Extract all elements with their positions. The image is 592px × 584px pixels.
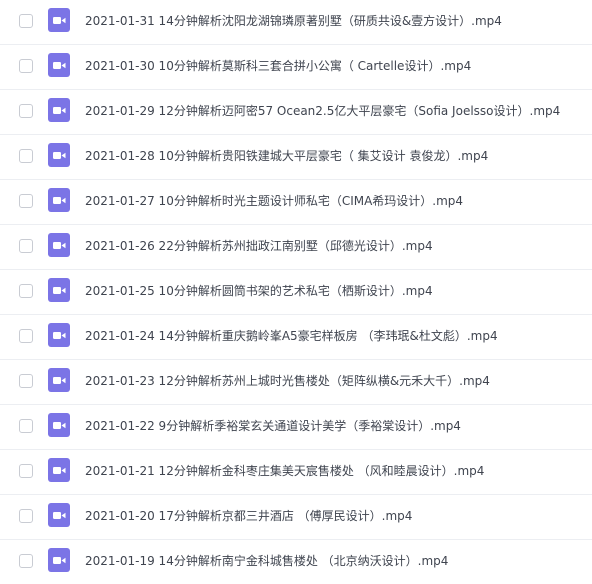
row-checkbox[interactable]	[19, 464, 33, 478]
video-file-icon	[48, 98, 70, 122]
video-file-icon	[48, 278, 70, 302]
file-list: 2021-01-31 14分钟解析沈阳龙湖锦璘原著别墅（研质共设&壹方设计）.m…	[0, 0, 592, 584]
file-name[interactable]: 2021-01-30 10分钟解析莫斯科三套合拼小公寓（ Cartelle设计）…	[85, 57, 471, 75]
file-row[interactable]: 2021-01-30 10分钟解析莫斯科三套合拼小公寓（ Cartelle设计）…	[0, 45, 592, 90]
file-name[interactable]: 2021-01-26 22分钟解析苏州拙政江南别墅（邱德光设计）.mp4	[85, 237, 433, 255]
file-name[interactable]: 2021-01-27 10分钟解析时光主题设计师私宅（CIMA希玛设计）.mp4	[85, 192, 463, 210]
video-file-icon	[48, 458, 70, 482]
file-name[interactable]: 2021-01-25 10分钟解析圆筒书架的艺术私宅（栖斯设计）.mp4	[85, 282, 433, 300]
file-row[interactable]: 2021-01-22 9分钟解析季裕棠玄关通道设计美学（季裕棠设计）.mp4	[0, 405, 592, 450]
file-row[interactable]: 2021-01-24 14分钟解析重庆鹅岭峯A5豪宅样板房 （李玮珉&杜文彪）.…	[0, 315, 592, 360]
file-name[interactable]: 2021-01-23 12分钟解析苏州上城时光售楼处（矩阵纵横&元禾大千）.mp…	[85, 372, 490, 390]
row-checkbox[interactable]	[19, 104, 33, 118]
file-name[interactable]: 2021-01-20 17分钟解析京都三井酒店 （傅厚民设计）.mp4	[85, 507, 412, 525]
video-file-icon	[48, 233, 70, 257]
row-checkbox[interactable]	[19, 59, 33, 73]
row-checkbox[interactable]	[19, 14, 33, 28]
file-name[interactable]: 2021-01-21 12分钟解析金科枣庄集美天宸售楼处 （风和睦晨设计）.mp…	[85, 462, 484, 480]
row-checkbox[interactable]	[19, 239, 33, 253]
file-row[interactable]: 2021-01-20 17分钟解析京都三井酒店 （傅厚民设计）.mp4	[0, 495, 592, 540]
video-file-icon	[48, 53, 70, 77]
file-row[interactable]: 2021-01-23 12分钟解析苏州上城时光售楼处（矩阵纵横&元禾大千）.mp…	[0, 360, 592, 405]
video-file-icon	[48, 503, 70, 527]
row-checkbox[interactable]	[19, 329, 33, 343]
file-name[interactable]: 2021-01-31 14分钟解析沈阳龙湖锦璘原著别墅（研质共设&壹方设计）.m…	[85, 12, 502, 30]
row-checkbox[interactable]	[19, 149, 33, 163]
file-row[interactable]: 2021-01-28 10分钟解析贵阳铁建城大平层豪宅（ 集艾设计 袁俊龙）.m…	[0, 135, 592, 180]
row-checkbox[interactable]	[19, 554, 33, 568]
row-checkbox[interactable]	[19, 419, 33, 433]
file-name[interactable]: 2021-01-22 9分钟解析季裕棠玄关通道设计美学（季裕棠设计）.mp4	[85, 417, 461, 435]
row-checkbox[interactable]	[19, 509, 33, 523]
file-row[interactable]: 2021-01-19 14分钟解析南宁金科城售楼处 （北京纳沃设计）.mp4	[0, 540, 592, 584]
row-checkbox[interactable]	[19, 284, 33, 298]
video-file-icon	[48, 368, 70, 392]
file-name[interactable]: 2021-01-24 14分钟解析重庆鹅岭峯A5豪宅样板房 （李玮珉&杜文彪）.…	[85, 327, 498, 345]
file-name[interactable]: 2021-01-19 14分钟解析南宁金科城售楼处 （北京纳沃设计）.mp4	[85, 552, 448, 570]
file-name[interactable]: 2021-01-28 10分钟解析贵阳铁建城大平层豪宅（ 集艾设计 袁俊龙）.m…	[85, 147, 488, 165]
file-row[interactable]: 2021-01-25 10分钟解析圆筒书架的艺术私宅（栖斯设计）.mp4	[0, 270, 592, 315]
video-file-icon	[48, 323, 70, 347]
file-row[interactable]: 2021-01-29 12分钟解析迈阿密57 Ocean2.5亿大平层豪宅（So…	[0, 90, 592, 135]
video-file-icon	[48, 188, 70, 212]
video-file-icon	[48, 143, 70, 167]
row-checkbox[interactable]	[19, 374, 33, 388]
file-row[interactable]: 2021-01-27 10分钟解析时光主题设计师私宅（CIMA希玛设计）.mp4	[0, 180, 592, 225]
video-file-icon	[48, 413, 70, 437]
file-row[interactable]: 2021-01-31 14分钟解析沈阳龙湖锦璘原著别墅（研质共设&壹方设计）.m…	[0, 0, 592, 45]
video-file-icon	[48, 8, 70, 32]
file-row[interactable]: 2021-01-26 22分钟解析苏州拙政江南别墅（邱德光设计）.mp4	[0, 225, 592, 270]
video-file-icon	[48, 548, 70, 572]
file-name[interactable]: 2021-01-29 12分钟解析迈阿密57 Ocean2.5亿大平层豪宅（So…	[85, 102, 560, 120]
row-checkbox[interactable]	[19, 194, 33, 208]
file-row[interactable]: 2021-01-21 12分钟解析金科枣庄集美天宸售楼处 （风和睦晨设计）.mp…	[0, 450, 592, 495]
